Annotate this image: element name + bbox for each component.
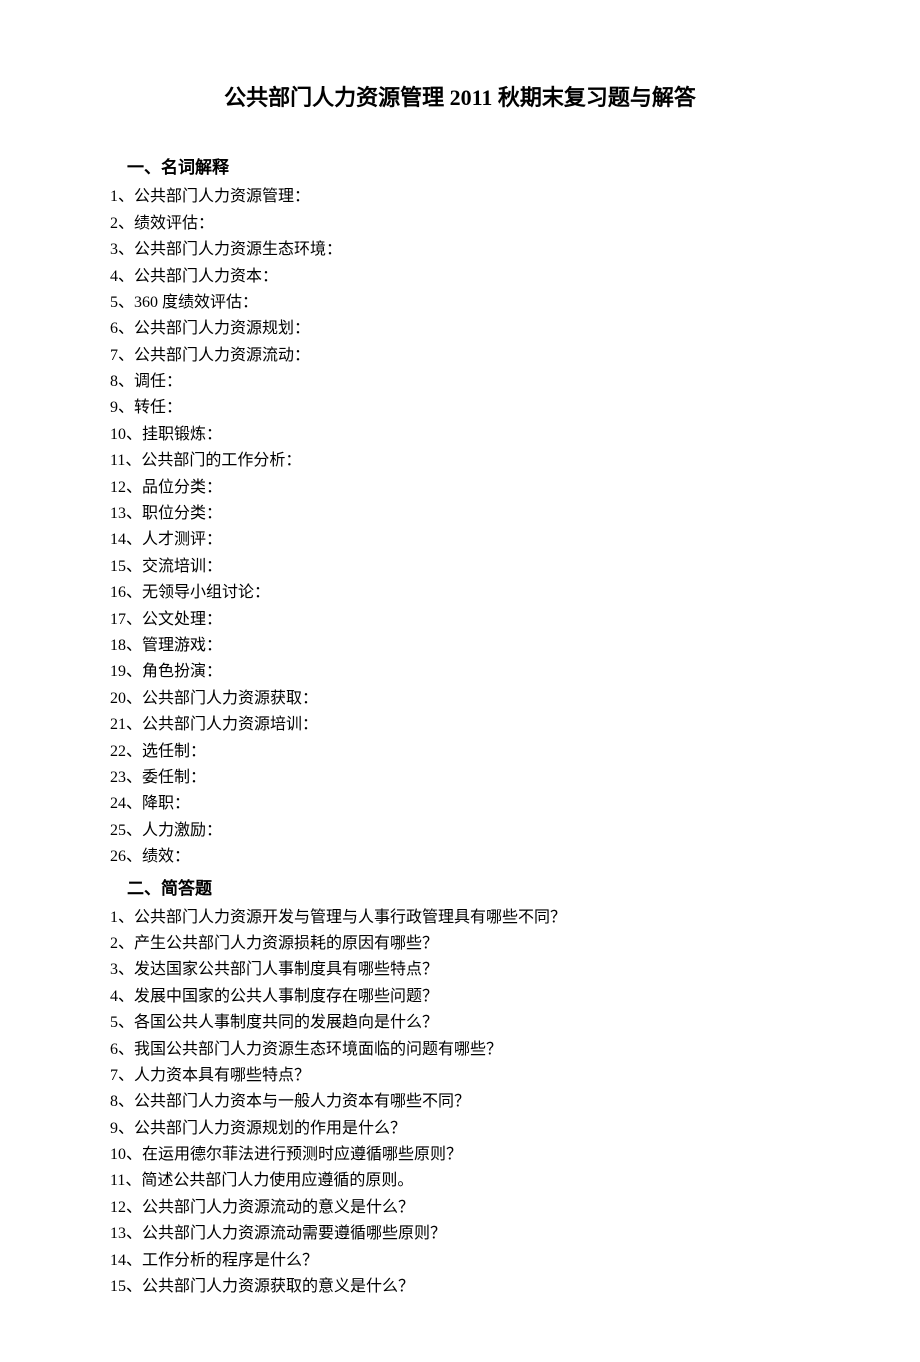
list-item: 14、工作分析的程序是什么？ — [110, 1248, 810, 1274]
list-item: 6、公共部门人力资源规划： — [110, 316, 810, 342]
list-item: 13、公共部门人力资源流动需要遵循哪些原则？ — [110, 1221, 810, 1247]
list-item: 18、管理游戏： — [110, 633, 810, 659]
list-item: 9、转任： — [110, 395, 810, 421]
list-item: 11、公共部门的工作分析： — [110, 448, 810, 474]
list-item: 10、在运用德尔菲法进行预测时应遵循哪些原则？ — [110, 1142, 810, 1168]
list-item: 24、降职： — [110, 791, 810, 817]
list-item: 11、简述公共部门人力使用应遵循的原则。 — [110, 1168, 810, 1194]
list-item: 21、公共部门人力资源培训： — [110, 712, 810, 738]
list-item: 6、我国公共部门人力资源生态环境面临的问题有哪些？ — [110, 1037, 810, 1063]
list-item: 22、选任制： — [110, 739, 810, 765]
list-item: 12、公共部门人力资源流动的意义是什么？ — [110, 1195, 810, 1221]
list-item: 1、公共部门人力资源开发与管理与人事行政管理具有哪些不同？ — [110, 905, 810, 931]
list-item: 5、各国公共人事制度共同的发展趋向是什么？ — [110, 1010, 810, 1036]
list-item: 26、绩效： — [110, 844, 810, 870]
list-item: 12、品位分类： — [110, 475, 810, 501]
list-item: 16、无领导小组讨论： — [110, 580, 810, 606]
section-1-list: 1、公共部门人力资源管理： 2、绩效评估： 3、公共部门人力资源生态环境： 4、… — [110, 184, 810, 870]
section-2-list: 1、公共部门人力资源开发与管理与人事行政管理具有哪些不同？ 2、产生公共部门人力… — [110, 905, 810, 1301]
list-item: 7、公共部门人力资源流动： — [110, 343, 810, 369]
list-item: 8、公共部门人力资本与一般人力资本有哪些不同？ — [110, 1089, 810, 1115]
section-1-heading: 一、名词解释 — [110, 154, 810, 182]
list-item: 19、角色扮演： — [110, 659, 810, 685]
list-item: 4、发展中国家的公共人事制度存在哪些问题？ — [110, 984, 810, 1010]
list-item: 8、调任： — [110, 369, 810, 395]
section-2-heading: 二、简答题 — [110, 875, 810, 903]
list-item: 2、绩效评估： — [110, 211, 810, 237]
list-item: 9、公共部门人力资源规划的作用是什么？ — [110, 1116, 810, 1142]
list-item: 20、公共部门人力资源获取： — [110, 686, 810, 712]
list-item: 4、公共部门人力资本： — [110, 264, 810, 290]
list-item: 23、委任制： — [110, 765, 810, 791]
list-item: 1、公共部门人力资源管理： — [110, 184, 810, 210]
list-item: 13、职位分类： — [110, 501, 810, 527]
list-item: 25、人力激励： — [110, 818, 810, 844]
list-item: 17、公文处理： — [110, 607, 810, 633]
list-item: 15、公共部门人力资源获取的意义是什么？ — [110, 1274, 810, 1300]
list-item: 15、交流培训： — [110, 554, 810, 580]
list-item: 2、产生公共部门人力资源损耗的原因有哪些？ — [110, 931, 810, 957]
list-item: 14、人才测评： — [110, 527, 810, 553]
list-item: 5、360 度绩效评估： — [110, 290, 810, 316]
list-item: 10、挂职锻炼： — [110, 422, 810, 448]
page-title: 公共部门人力资源管理 2011 秋期末复习题与解答 — [110, 80, 810, 116]
list-item: 3、公共部门人力资源生态环境： — [110, 237, 810, 263]
list-item: 3、发达国家公共部门人事制度具有哪些特点？ — [110, 957, 810, 983]
list-item: 7、人力资本具有哪些特点？ — [110, 1063, 810, 1089]
